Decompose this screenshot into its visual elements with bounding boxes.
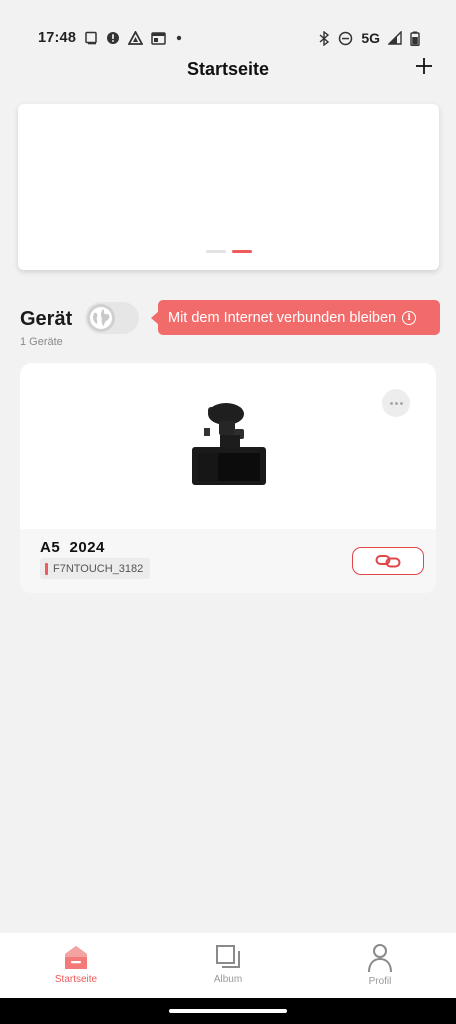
nav-label-profile: Profil — [368, 976, 392, 987]
bluetooth-icon — [318, 30, 330, 46]
internet-tooltip[interactable]: Mit dem Internet verbunden bleiben i — [151, 300, 440, 335]
nav-label-album: Album — [213, 974, 243, 985]
header: Startseite — [0, 52, 456, 86]
nav-item-home[interactable]: Startseite — [0, 933, 152, 998]
link-icon — [375, 555, 401, 568]
signal-icon — [388, 31, 402, 45]
internet-toggle[interactable] — [85, 302, 139, 334]
profile-icon — [368, 944, 392, 973]
tooltip-text: Mit dem Internet verbunden bleiben — [168, 309, 397, 326]
chip-indicator — [45, 562, 48, 575]
device-image-area — [20, 363, 436, 529]
dot-icon — [174, 33, 184, 43]
plus-icon — [416, 58, 432, 74]
devices-count: 1 Geräte — [20, 336, 63, 348]
home-gesture-handle[interactable] — [169, 1009, 287, 1013]
devices-title: Gerät — [20, 308, 73, 330]
gesture-bar — [0, 998, 456, 1024]
add-device-button[interactable] — [412, 53, 436, 79]
more-icon — [389, 401, 393, 405]
calendar-icon — [151, 31, 166, 45]
carousel-dot-active — [231, 250, 252, 253]
devices-header: Gerät 1 Geräte Mit dem Internet verbunde… — [20, 300, 440, 352]
status-bar-right: 5G — [318, 30, 420, 46]
wifi-chip: F7NTOUCH_3182 — [40, 558, 151, 579]
wifi-name: F7NTOUCH_3182 — [53, 562, 144, 575]
album-icon — [216, 945, 240, 968]
nav-item-profile[interactable]: Profil — [304, 933, 456, 998]
toggle-knob — [87, 304, 115, 332]
alert-icon — [106, 31, 120, 45]
device-card[interactable]: A5 2024 F7NTOUCH_3182 — [20, 363, 436, 593]
screen-icon — [84, 31, 98, 45]
connect-button[interactable] — [352, 547, 424, 575]
status-bar-left: 17:48 — [38, 30, 184, 46]
battery-icon — [410, 31, 420, 46]
home-icon — [65, 946, 87, 969]
device-model: A5 2024 — [40, 539, 105, 556]
drive-icon — [128, 31, 144, 45]
network-type: 5G — [361, 30, 380, 46]
carousel-dot — [205, 250, 226, 253]
bottom-nav: Startseite Album Profil — [0, 933, 456, 998]
info-icon: i — [402, 310, 417, 325]
nav-label-home: Startseite — [54, 974, 98, 985]
nav-item-album[interactable]: Album — [152, 933, 304, 998]
carousel-indicator — [18, 250, 439, 253]
status-time: 17:48 — [38, 30, 77, 46]
dnd-icon — [338, 31, 353, 46]
banner-carousel[interactable] — [18, 104, 439, 270]
globe-icon — [90, 307, 112, 329]
more-button[interactable] — [382, 389, 410, 417]
dashcam-image — [192, 403, 266, 485]
device-card-footer: A5 2024 F7NTOUCH_3182 — [20, 529, 436, 593]
page-title: Startseite — [186, 58, 270, 79]
